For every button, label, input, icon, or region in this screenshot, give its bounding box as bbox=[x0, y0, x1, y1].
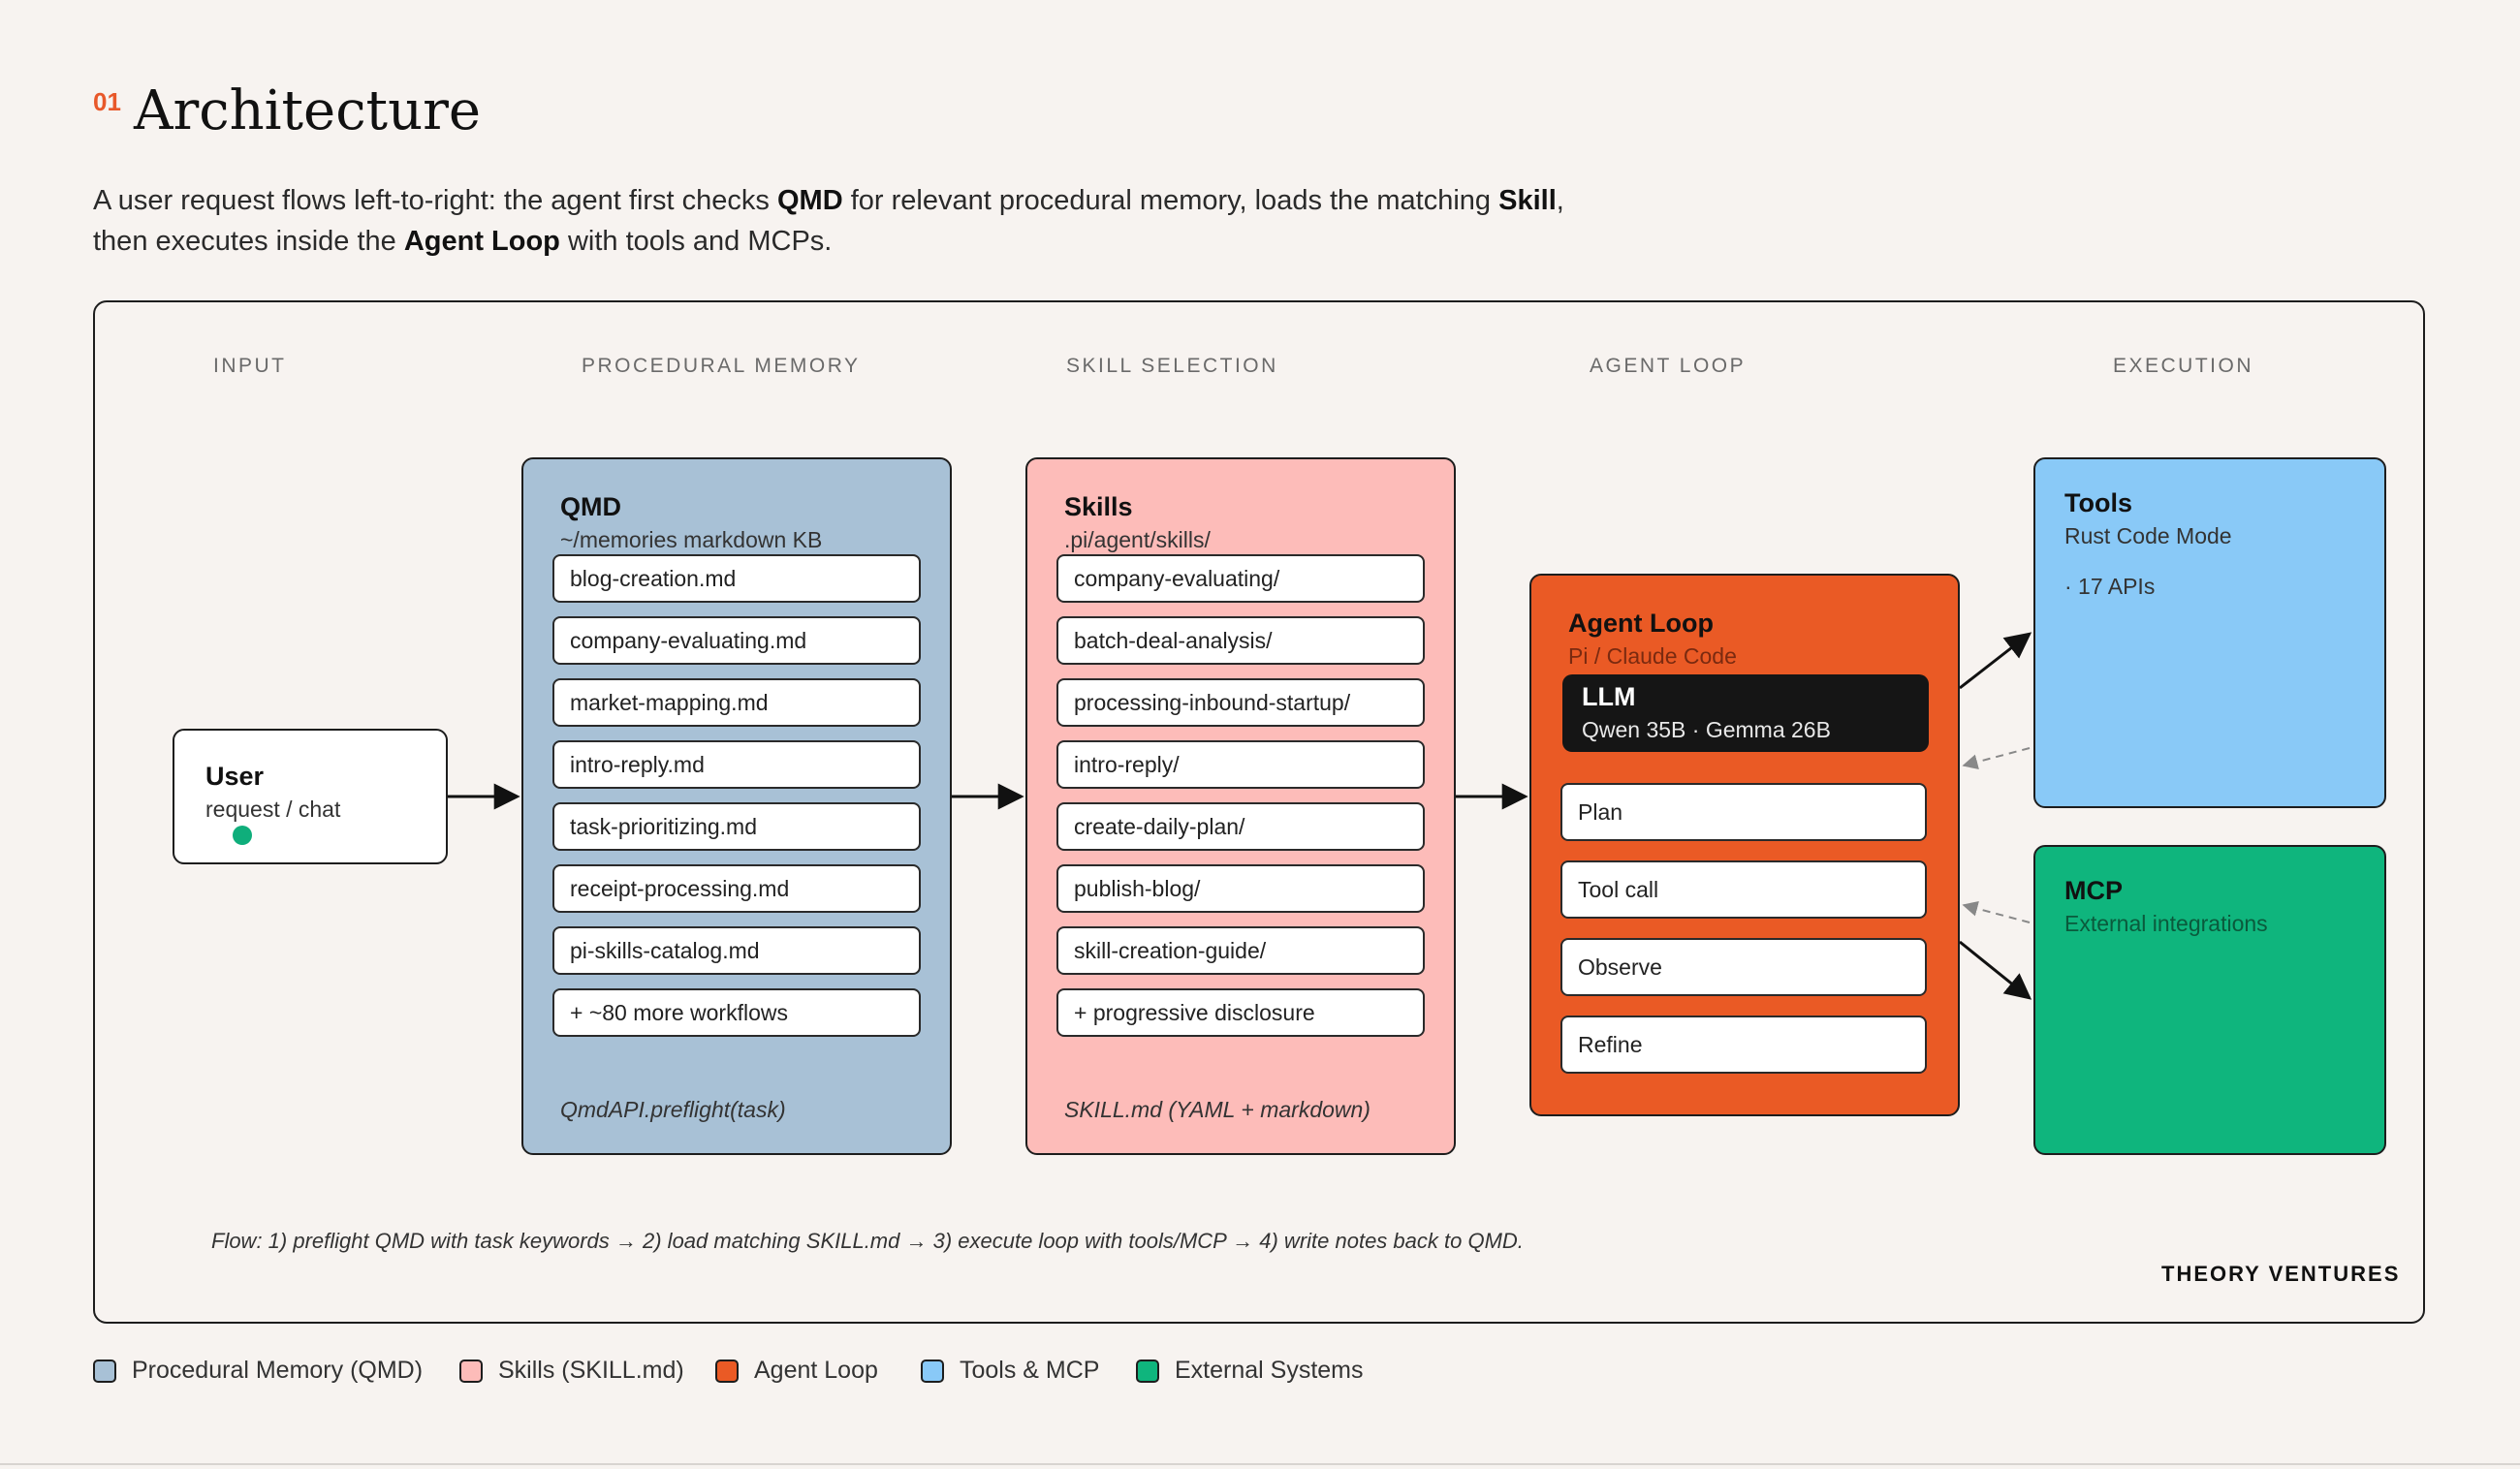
qmd-subtitle: ~/memories markdown KB bbox=[560, 527, 823, 552]
loop-step: Tool call bbox=[1560, 860, 1927, 919]
bottom-divider bbox=[0, 1463, 2520, 1465]
llm-models: Qwen 35B · Gemma 26B bbox=[1582, 717, 1831, 742]
skill-item: company-evaluating/ bbox=[1056, 554, 1425, 603]
arrow-tools-to-loop bbox=[1962, 747, 2031, 770]
legend-swatch bbox=[1136, 1359, 1159, 1383]
skill-item: intro-reply/ bbox=[1056, 740, 1425, 789]
skill-item: skill-creation-guide/ bbox=[1056, 926, 1425, 975]
loop-step: Refine bbox=[1560, 1016, 1927, 1074]
skills-node: Skills .pi/agent/skills/ company-evaluat… bbox=[1025, 457, 1456, 1155]
qmd-item: company-evaluating.md bbox=[552, 616, 921, 665]
legend-label: Agent Loop bbox=[754, 1357, 878, 1384]
legend-label: Skills (SKILL.md) bbox=[498, 1357, 684, 1384]
agent-loop-title: Agent Loop bbox=[1568, 609, 1714, 638]
agent-loop-node: Agent Loop Pi / Claude Code Plan Tool ca… bbox=[1529, 574, 1960, 1116]
legend-item-agent-loop: Agent Loop bbox=[715, 1357, 878, 1385]
loop-step: Plan bbox=[1560, 783, 1927, 841]
qmd-item: blog-creation.md bbox=[552, 554, 921, 603]
skill-item: batch-deal-analysis/ bbox=[1056, 616, 1425, 665]
user-title: User bbox=[205, 762, 265, 791]
qmd-item: task-prioritizing.md bbox=[552, 802, 921, 851]
arrow-mcp-to-loop bbox=[1962, 900, 2031, 923]
skill-item: create-daily-plan/ bbox=[1056, 802, 1425, 851]
qmd-item: market-mapping.md bbox=[552, 678, 921, 727]
legend-item-skills: Skills (SKILL.md) bbox=[459, 1357, 684, 1385]
legend-swatch bbox=[459, 1359, 483, 1383]
tools-title: Tools bbox=[2064, 488, 2132, 517]
legend-item-external-systems: External Systems bbox=[1136, 1357, 1364, 1385]
qmd-footer: QmdAPI.preflight(task) bbox=[560, 1097, 786, 1122]
mcp-title: MCP bbox=[2064, 876, 2123, 905]
legend-item-procedural-memory: Procedural Memory (QMD) bbox=[93, 1357, 423, 1385]
agent-loop-subtitle: Pi / Claude Code bbox=[1568, 643, 1737, 669]
user-subtitle: request / chat bbox=[205, 797, 341, 822]
legend-label: Tools & MCP bbox=[960, 1357, 1100, 1384]
skills-subtitle: .pi/agent/skills/ bbox=[1064, 527, 1211, 552]
skill-item: + progressive disclosure bbox=[1056, 988, 1425, 1037]
skill-item: publish-blog/ bbox=[1056, 864, 1425, 913]
qmd-item: + ~80 more workflows bbox=[552, 988, 921, 1037]
flow-note: Flow: 1) preflight QMD with task keyword… bbox=[211, 1229, 1524, 1253]
legend-swatch bbox=[921, 1359, 944, 1383]
qmd-item: intro-reply.md bbox=[552, 740, 921, 789]
brand-wordmark: THEORY VENTURES bbox=[2161, 1262, 2401, 1286]
user-node: User request / chat bbox=[173, 729, 448, 864]
skills-title: Skills bbox=[1064, 492, 1133, 521]
legend-label: Procedural Memory (QMD) bbox=[132, 1357, 424, 1384]
qmd-node: QMD ~/memories markdown KB blog-creation… bbox=[521, 457, 952, 1155]
legend-label: External Systems bbox=[1175, 1357, 1364, 1384]
mcp-subtitle: External integrations bbox=[2064, 911, 2268, 936]
legend-item-tools-mcp: Tools & MCP bbox=[921, 1357, 1099, 1385]
tools-node: Tools Rust Code Mode · 17 APIs bbox=[2033, 457, 2386, 808]
llm-box: LLM Qwen 35B · Gemma 26B bbox=[1562, 674, 1929, 752]
status-dot bbox=[233, 826, 252, 845]
legend-swatch bbox=[93, 1359, 116, 1383]
llm-title: LLM bbox=[1582, 682, 1636, 711]
qmd-item: receipt-processing.md bbox=[552, 864, 921, 913]
loop-step: Observe bbox=[1560, 938, 1927, 996]
arrow-loop-to-tools bbox=[1959, 632, 2032, 690]
skills-footer: SKILL.md (YAML + markdown) bbox=[1064, 1097, 1370, 1122]
qmd-title: QMD bbox=[560, 492, 621, 521]
qmd-item: pi-skills-catalog.md bbox=[552, 926, 921, 975]
mcp-node: MCP External integrations bbox=[2033, 845, 2386, 1155]
tools-detail: · 17 APIs bbox=[2064, 574, 2156, 599]
legend-swatch bbox=[715, 1359, 739, 1383]
arrow-loop-to-mcp bbox=[1959, 940, 2032, 1000]
tools-subtitle: Rust Code Mode bbox=[2064, 523, 2232, 548]
skill-item: processing-inbound-startup/ bbox=[1056, 678, 1425, 727]
